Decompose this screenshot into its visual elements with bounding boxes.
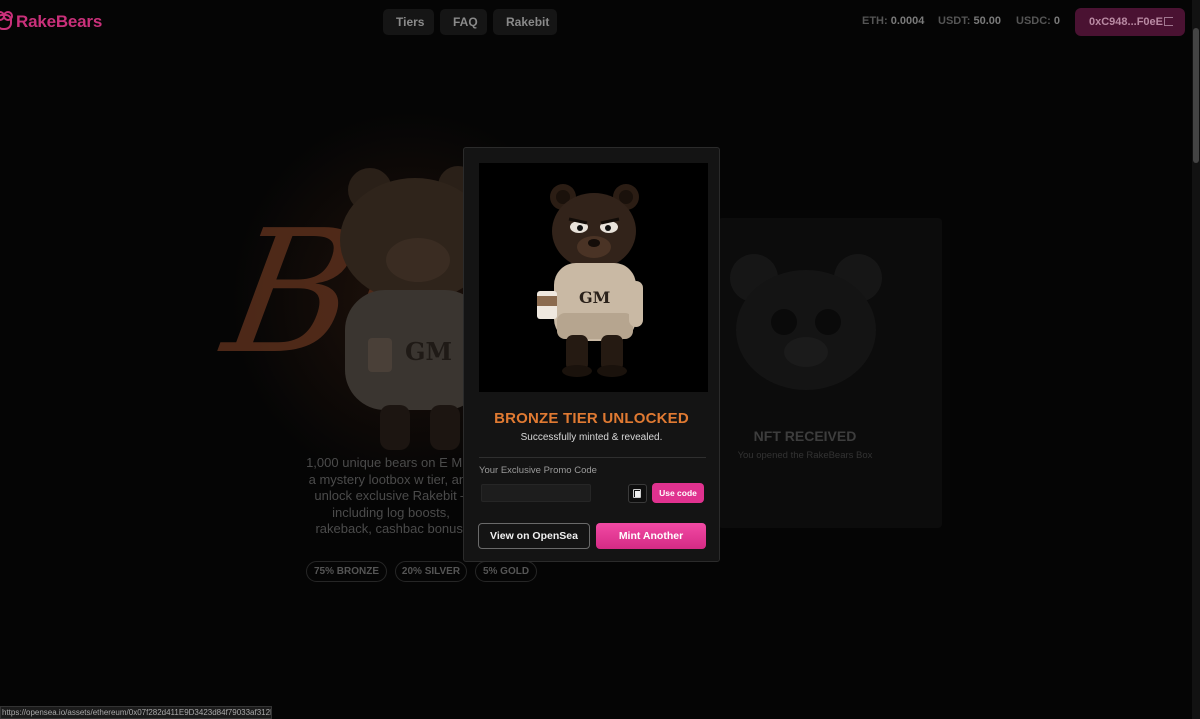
silver-odds-pill: 20% SILVER (395, 561, 467, 582)
tier-unlocked-title: BRONZE TIER UNLOCKED (494, 410, 689, 427)
promo-code-label: Your Exclusive Promo Code (479, 465, 597, 476)
scrollbar-thumb[interactable] (1193, 28, 1199, 163)
minted-nft-image: GM (479, 163, 708, 392)
nav-tiers-button[interactable]: Tiers (383, 9, 434, 35)
view-on-opensea-button[interactable]: View on OpenSea (478, 523, 590, 549)
wallet-address: 0xC948...F0eE (1089, 16, 1163, 28)
hero-description: 1,000 unique bears on E Mint a mystery l… (306, 455, 476, 536)
usdt-balance-value: 50.00 (973, 15, 1001, 27)
nft-received-subtitle: You opened the RakeBears Box (737, 450, 873, 461)
page-scrollbar[interactable] (1192, 0, 1200, 719)
nft-hoodie-text: GM (579, 288, 610, 307)
mint-result-modal: GM BRONZE TIER UNLOCKED Successfully min… (463, 147, 720, 562)
usdc-balance-value: 0 (1053, 15, 1061, 27)
wallet-button[interactable]: 0xC948...F0eE (1075, 8, 1185, 36)
gold-odds-pill: 5% GOLD (475, 561, 537, 582)
hero-bear-hoodie-text: GM (405, 337, 452, 366)
eth-balance-label: ETH: (862, 15, 888, 27)
copy-promo-button[interactable] (628, 484, 647, 503)
mystery-bear-image (730, 254, 882, 390)
usdt-balance-label: USDT: (938, 15, 971, 27)
use-code-button[interactable]: Use code (652, 483, 704, 503)
eth-balance-value: 0.0004 (890, 15, 925, 27)
eth-balance: ETH: 0.0004 (862, 15, 924, 27)
copy-icon (633, 489, 641, 498)
promo-code-field[interactable] (481, 484, 591, 502)
nav-faq-button[interactable]: FAQ (440, 9, 487, 35)
brand-logo[interactable]: RakeBears (0, 11, 103, 32)
logout-icon (1164, 17, 1173, 26)
bronze-odds-pill: 75% BRONZE (306, 561, 387, 582)
usdc-balance: USDC: 0 (1016, 15, 1060, 27)
mint-another-button[interactable]: Mint Another (596, 523, 706, 549)
usdt-balance: USDT: 50.00 (938, 15, 1001, 27)
bear-logo-icon (0, 11, 13, 30)
brand-name: RakeBears (16, 12, 103, 31)
browser-status-url: https://opensea.io/assets/ethereum/0x07f… (0, 706, 272, 719)
usdc-balance-label: USDC: (1016, 15, 1051, 27)
modal-divider (479, 457, 706, 458)
tier-unlocked-subtitle: Successfully minted & revealed. (520, 432, 663, 443)
nft-received-title: NFT RECEIVED (753, 428, 857, 444)
nav-rakebit-button[interactable]: Rakebit (493, 9, 557, 35)
top-navigation: RakeBears Tiers FAQ Rakebit ETH: 0.0004 … (0, 0, 1200, 44)
